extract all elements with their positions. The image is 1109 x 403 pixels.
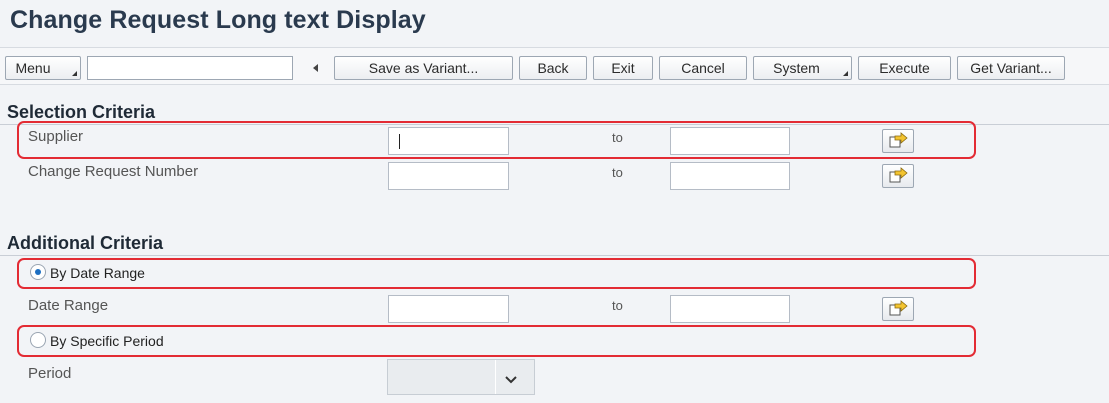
- command-field[interactable]: [87, 56, 293, 80]
- by-date-range-highlight: [17, 258, 976, 289]
- get-variant-button[interactable]: Get Variant...: [957, 56, 1065, 80]
- radio-selected-dot: [35, 269, 41, 275]
- dropdown-caret-icon: [843, 71, 848, 76]
- page-title: Change Request Long text Display: [10, 6, 426, 34]
- change-request-number-label: Change Request Number: [28, 163, 199, 180]
- supplier-multiple-selection-button[interactable]: [882, 129, 914, 153]
- by-specific-period-radio[interactable]: [30, 332, 46, 348]
- multiple-selection-arrow-icon: [889, 300, 908, 316]
- additional-criteria-heading: Additional Criteria: [7, 233, 164, 253]
- period-dropdown[interactable]: [387, 359, 535, 395]
- change-request-multiple-selection-button[interactable]: [882, 164, 914, 188]
- period-label: Period: [28, 365, 72, 382]
- selection-criteria-heading: Selection Criteria: [7, 102, 156, 122]
- date-range-label: Date Range: [28, 297, 109, 314]
- dropdown-caret-icon: [72, 71, 77, 76]
- supplier-to-input[interactable]: [670, 127, 790, 155]
- date-range-to-label: to: [612, 298, 623, 313]
- section-divider: [0, 124, 1109, 125]
- by-date-range-radio[interactable]: [30, 264, 46, 280]
- collapse-arrow-icon[interactable]: [313, 64, 318, 72]
- section-divider: [0, 255, 1109, 256]
- cancel-button[interactable]: Cancel: [659, 56, 747, 80]
- multiple-selection-arrow-icon: [889, 132, 908, 148]
- change-request-to-input[interactable]: [670, 162, 790, 190]
- system-button-label: System: [773, 60, 820, 76]
- multiple-selection-arrow-icon: [889, 167, 908, 183]
- change-request-to-label: to: [612, 165, 623, 180]
- dropdown-divider: [495, 360, 496, 394]
- date-range-from-input[interactable]: [388, 295, 509, 323]
- by-date-range-label[interactable]: By Date Range: [50, 265, 145, 281]
- save-as-variant-button[interactable]: Save as Variant...: [334, 56, 513, 80]
- supplier-to-label: to: [612, 130, 623, 145]
- date-range-multiple-selection-button[interactable]: [882, 297, 914, 321]
- supplier-from-input[interactable]: [388, 127, 509, 155]
- supplier-label: Supplier: [28, 128, 84, 145]
- menu-button[interactable]: Menu: [5, 56, 81, 80]
- change-request-from-input[interactable]: [388, 162, 509, 190]
- application-toolbar: Menu Save as Variant... Back Exit Cancel…: [0, 47, 1109, 85]
- by-specific-period-label[interactable]: By Specific Period: [50, 333, 164, 349]
- back-button[interactable]: Back: [519, 56, 587, 80]
- chevron-down-icon: [505, 376, 517, 384]
- execute-button[interactable]: Execute: [858, 56, 951, 80]
- text-cursor: [399, 134, 400, 149]
- date-range-to-input[interactable]: [670, 295, 790, 323]
- exit-button[interactable]: Exit: [593, 56, 653, 80]
- menu-button-label: Menu: [15, 60, 51, 76]
- system-button[interactable]: System: [753, 56, 852, 80]
